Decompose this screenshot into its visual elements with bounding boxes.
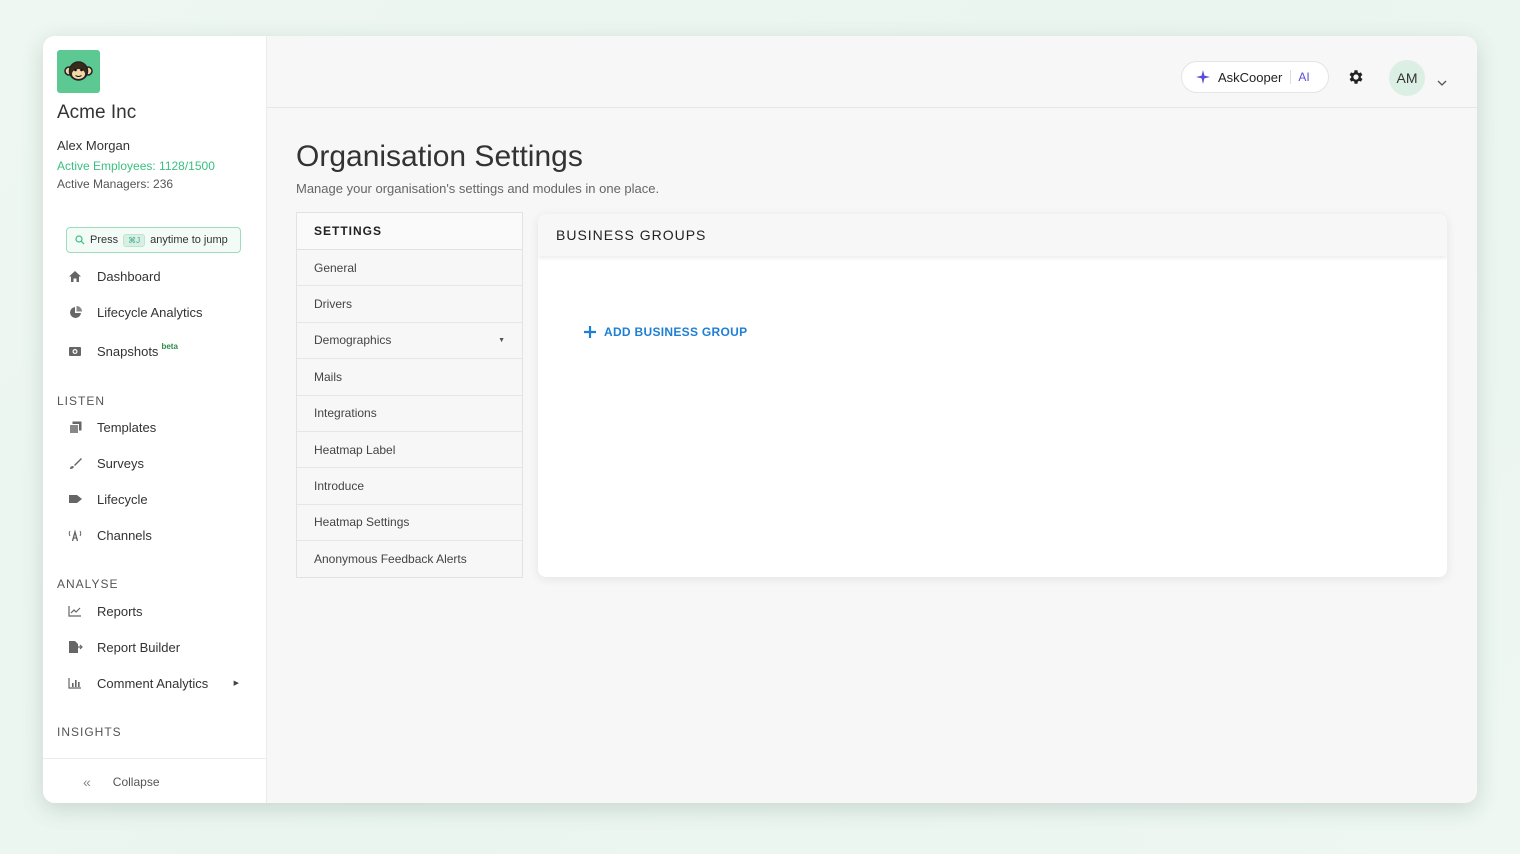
jump-suffix: anytime to jump <box>150 234 228 246</box>
broadcast-icon <box>65 528 85 542</box>
sidebar-item-templates[interactable]: Templates <box>65 415 255 439</box>
ai-label: AI <box>1290 70 1310 84</box>
gear-icon <box>1349 70 1363 84</box>
add-business-group-label: ADD BUSINESS GROUP <box>604 325 748 339</box>
sidebar-item-label: Lifecycle Analytics <box>97 304 203 320</box>
settings-item-mails[interactable]: Mails <box>297 359 522 396</box>
askcooper-label: AskCooper <box>1218 69 1283 85</box>
expand-arrow-icon: ▶ <box>233 680 239 687</box>
settings-item-label: Drivers <box>314 297 352 312</box>
settings-item-label: Heatmap Label <box>314 442 396 457</box>
settings-menu: SETTINGS General Drivers Demographics ▼ M… <box>296 212 523 578</box>
section-listen: LISTEN <box>57 394 106 408</box>
search-icon <box>75 235 85 245</box>
section-insights: INSIGHTS <box>57 725 122 739</box>
flag-icon <box>65 493 85 505</box>
collapse-button[interactable]: « Collapse <box>43 758 266 803</box>
chevron-down-icon[interactable] <box>1437 74 1447 92</box>
askcooper-button[interactable]: AskCooper AI <box>1181 61 1329 93</box>
sidebar-item-dashboard[interactable]: Dashboard <box>65 264 255 288</box>
panel-title: BUSINESS GROUPS <box>538 214 1447 256</box>
sidebar-item-label: Comment Analytics <box>97 675 209 691</box>
sidebar-item-comment-analytics[interactable]: Comment Analytics ▶ <box>65 671 255 695</box>
sidebar-item-label: Reports <box>97 603 143 619</box>
beta-badge: beta <box>161 341 178 351</box>
plus-icon <box>584 326 596 338</box>
double-chevron-left-icon: « <box>83 773 91 790</box>
logo[interactable] <box>57 50 100 93</box>
settings-item-integrations[interactable]: Integrations <box>297 396 522 432</box>
sidebar-item-label: Lifecycle <box>97 491 148 507</box>
business-groups-panel: BUSINESS GROUPS ADD BUSINESS GROUP <box>538 214 1447 577</box>
brush-icon <box>65 457 85 470</box>
jump-press: Press <box>90 234 119 246</box>
sidebar-item-surveys[interactable]: Surveys <box>65 451 255 475</box>
add-business-group-button[interactable]: ADD BUSINESS GROUP <box>584 325 747 339</box>
settings-gear-button[interactable] <box>1347 68 1365 91</box>
top-bar: AskCooper AI AM <box>267 36 1477 108</box>
sidebar-item-report-builder[interactable]: Report Builder <box>65 635 255 659</box>
settings-item-introduce[interactable]: Introduce <box>297 468 522 505</box>
settings-item-demographics[interactable]: Demographics ▼ <box>297 323 522 360</box>
monkey-logo-icon <box>64 61 93 81</box>
settings-item-label: Mails <box>314 369 343 384</box>
pie-icon <box>65 305 85 319</box>
copy-icon <box>65 421 85 434</box>
settings-item-drivers[interactable]: Drivers <box>297 286 522 323</box>
user-avatar[interactable]: AM <box>1389 60 1425 96</box>
sidebar-item-label: Surveys <box>97 455 144 471</box>
line-chart-icon <box>65 605 85 617</box>
sidebar-item-label: Channels <box>97 527 152 543</box>
active-employees: Active Employees: 1128/1500 <box>57 159 215 173</box>
org-name: Acme Inc <box>57 102 137 123</box>
sidebar-item-label: Report Builder <box>97 639 181 655</box>
settings-item-label: Introduce <box>314 479 365 494</box>
sidebar-item-label: Snapshots <box>97 343 159 359</box>
caret-down-icon: ▼ <box>498 336 505 344</box>
collapse-label: Collapse <box>112 774 160 789</box>
file-export-icon <box>65 640 85 654</box>
sidebar-item-lifecycle-analytics[interactable]: Lifecycle Analytics <box>65 300 255 324</box>
settings-item-general[interactable]: General <box>297 250 522 287</box>
bar-chart-icon <box>65 677 85 689</box>
settings-item-heatmap-settings[interactable]: Heatmap Settings <box>297 505 522 542</box>
settings-item-label: Demographics <box>314 333 392 348</box>
user-name: Alex Morgan <box>57 138 130 153</box>
settings-item-label: General <box>314 260 357 275</box>
sidebar: Acme Inc Alex Morgan Active Employees: 1… <box>43 36 267 803</box>
quick-jump-hint[interactable]: Press ⌘J anytime to jump <box>66 227 241 253</box>
shortcut-key: ⌘J <box>123 233 146 247</box>
settings-item-heatmap-label[interactable]: Heatmap Label <box>297 432 522 469</box>
sidebar-item-label: Dashboard <box>97 268 161 284</box>
sidebar-item-lifecycle[interactable]: Lifecycle <box>65 487 255 511</box>
page-title: Organisation Settings <box>296 140 583 173</box>
active-managers: Active Managers: 236 <box>57 177 174 191</box>
section-analyse: ANALYSE <box>57 577 119 591</box>
sidebar-item-label: Templates <box>97 419 157 435</box>
settings-item-label: Anonymous Feedback Alerts <box>314 552 467 567</box>
home-icon <box>65 270 85 283</box>
settings-item-label: Heatmap Settings <box>314 515 410 530</box>
settings-menu-header: SETTINGS <box>297 213 522 250</box>
sparkle-icon <box>1196 70 1210 84</box>
app-window: Acme Inc Alex Morgan Active Employees: 1… <box>43 36 1477 803</box>
camera-icon <box>65 345 85 357</box>
sidebar-item-reports[interactable]: Reports <box>65 599 255 623</box>
sidebar-item-snapshots[interactable]: Snapshots beta <box>65 339 255 363</box>
settings-item-anonymous-feedback-alerts[interactable]: Anonymous Feedback Alerts <box>297 541 522 577</box>
sidebar-item-channels[interactable]: Channels <box>65 523 255 547</box>
page-subtitle: Manage your organisation's settings and … <box>296 181 660 196</box>
settings-item-label: Integrations <box>314 406 377 421</box>
